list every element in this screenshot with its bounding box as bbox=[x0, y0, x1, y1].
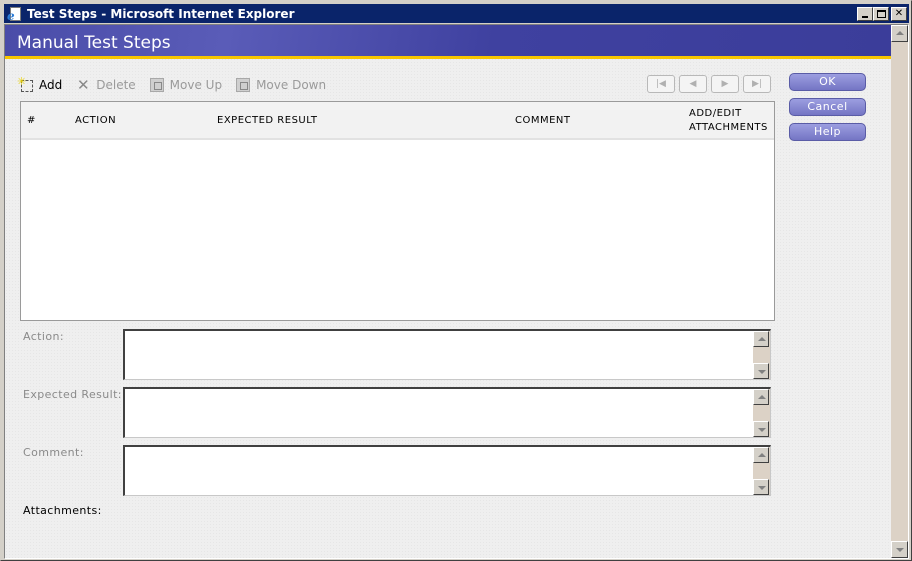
column-action[interactable]: ACTION bbox=[75, 115, 116, 126]
column-attachments[interactable]: ADD/EDIT ATTACHMENTS bbox=[689, 107, 768, 135]
pager: |◀ ◀ ▶ ▶| bbox=[647, 75, 771, 93]
scroll-up-button[interactable] bbox=[753, 389, 769, 405]
add-icon bbox=[17, 75, 33, 92]
first-page-icon: |◀ bbox=[656, 79, 666, 89]
arrow-up-icon bbox=[758, 453, 766, 457]
grid-header: # ACTION EXPECTED RESULT COMMENT ADD/EDI… bbox=[21, 102, 774, 140]
move-down-icon bbox=[236, 78, 251, 92]
help-button[interactable]: Help bbox=[789, 123, 866, 141]
window-title: Test Steps - Microsoft Internet Explorer bbox=[27, 6, 295, 21]
delete-button[interactable]: ✕ Delete bbox=[76, 76, 136, 94]
last-page-icon: ▶| bbox=[752, 79, 762, 89]
column-attachments-line1: ADD/EDIT bbox=[689, 108, 742, 119]
next-page-icon: ▶ bbox=[721, 79, 729, 89]
arrow-down-icon bbox=[758, 486, 766, 490]
ie-page-icon: e bbox=[7, 6, 23, 23]
browser-content: Manual Test Steps Add ✕ Delete Move Up bbox=[4, 24, 909, 559]
minimize-icon bbox=[862, 15, 868, 18]
page-scrollbar[interactable] bbox=[891, 25, 908, 558]
column-comment[interactable]: COMMENT bbox=[515, 115, 571, 126]
scroll-up-button[interactable] bbox=[753, 331, 769, 347]
close-icon: ✕ bbox=[894, 8, 904, 19]
expected-result-scrollbar[interactable] bbox=[753, 389, 770, 437]
arrow-down-icon bbox=[758, 370, 766, 374]
expected-result-textarea[interactable] bbox=[123, 387, 771, 438]
arrow-up-icon bbox=[758, 395, 766, 399]
attachments-label: Attachments: bbox=[23, 504, 102, 517]
column-attachments-line2: ATTACHMENTS bbox=[689, 122, 768, 133]
move-down-button[interactable]: Move Down bbox=[236, 78, 326, 92]
delete-label: Delete bbox=[96, 78, 136, 92]
last-page-button[interactable]: ▶| bbox=[743, 75, 771, 93]
delete-icon: ✕ bbox=[76, 76, 90, 94]
comment-label: Comment: bbox=[23, 446, 84, 459]
test-steps-grid: # ACTION EXPECTED RESULT COMMENT ADD/EDI… bbox=[20, 101, 775, 321]
previous-page-button[interactable]: ◀ bbox=[679, 75, 707, 93]
page-scroll-down-button[interactable] bbox=[891, 541, 908, 558]
scroll-down-button[interactable] bbox=[753, 479, 769, 495]
page-title: Manual Test Steps bbox=[17, 33, 171, 53]
action-label: Action: bbox=[23, 330, 64, 343]
page: Manual Test Steps Add ✕ Delete Move Up bbox=[5, 25, 891, 558]
minimize-button[interactable] bbox=[857, 6, 873, 21]
ok-button[interactable]: OK bbox=[789, 73, 866, 91]
add-button[interactable]: Add bbox=[17, 75, 63, 92]
action-scrollbar[interactable] bbox=[753, 331, 770, 379]
move-down-label: Move Down bbox=[256, 78, 327, 92]
arrow-down-icon bbox=[896, 548, 904, 552]
scroll-up-button[interactable] bbox=[753, 447, 769, 463]
browser-window: e Test Steps - Microsoft Internet Explor… bbox=[0, 0, 912, 561]
first-page-button[interactable]: |◀ bbox=[647, 75, 675, 93]
page-scroll-up-button[interactable] bbox=[891, 25, 908, 42]
scroll-down-button[interactable] bbox=[753, 421, 769, 437]
move-up-icon bbox=[149, 78, 164, 92]
arrow-up-icon bbox=[896, 31, 904, 35]
cancel-button[interactable]: Cancel bbox=[789, 98, 866, 116]
comment-scrollbar[interactable] bbox=[753, 447, 770, 495]
maximize-button[interactable] bbox=[873, 6, 889, 21]
comment-textarea[interactable] bbox=[123, 445, 771, 496]
move-up-label: Move Up bbox=[169, 78, 223, 92]
maximize-icon bbox=[876, 9, 886, 18]
previous-page-icon: ◀ bbox=[689, 79, 697, 89]
page-header: Manual Test Steps bbox=[5, 25, 891, 59]
move-up-button[interactable]: Move Up bbox=[149, 78, 223, 92]
column-expected-result[interactable]: EXPECTED RESULT bbox=[217, 115, 318, 126]
arrow-down-icon bbox=[758, 428, 766, 432]
next-page-button[interactable]: ▶ bbox=[711, 75, 739, 93]
title-bar[interactable]: e Test Steps - Microsoft Internet Explor… bbox=[4, 4, 909, 23]
action-textarea[interactable] bbox=[123, 329, 771, 380]
expected-result-label: Expected Result: bbox=[23, 388, 122, 401]
toolbar: Add ✕ Delete Move Up Move Down bbox=[17, 75, 340, 94]
close-button[interactable]: ✕ bbox=[891, 6, 907, 21]
column-number[interactable]: # bbox=[27, 115, 36, 126]
scroll-down-button[interactable] bbox=[753, 363, 769, 379]
arrow-up-icon bbox=[758, 337, 766, 341]
add-label: Add bbox=[39, 78, 63, 92]
